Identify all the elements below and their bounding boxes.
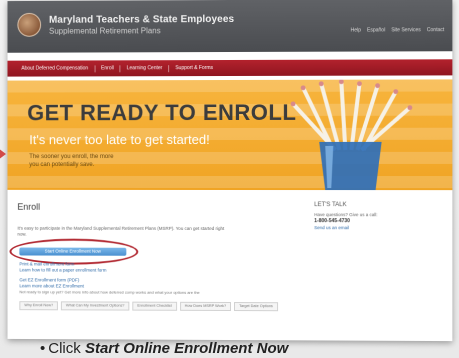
utility-links: Help Español Site Services Contact — [351, 27, 445, 33]
page-title: Enroll — [17, 202, 40, 212]
enrollment-links: Print & mail enrollment form Learn how t… — [19, 261, 106, 289]
email-link[interactable]: Send us an email — [314, 225, 435, 231]
hero-subtitle: It's never too late to get started! — [29, 132, 209, 147]
hero-tagline-line1: The sooner you enroll, the more — [29, 154, 113, 160]
lets-talk-sidebar: LET'S TALK Have questions? Give us a cal… — [314, 202, 435, 231]
sidebar-heading: LET'S TALK — [314, 202, 435, 208]
site-header: Maryland Teachers & State Employees Supp… — [8, 0, 453, 53]
nav-item-support-forms[interactable]: Support & Forms — [169, 65, 219, 72]
brand-subtitle: Supplemental Retirement Plans — [49, 26, 161, 35]
not-ready-note: Not ready to sign up yet? Get more info … — [19, 289, 199, 295]
intro-text: It's easy to participate in the Maryland… — [17, 226, 306, 238]
caption-prefix: Click — [48, 340, 85, 357]
caption-emphasis: Start Online Enrollment Now — [85, 340, 288, 357]
tab-why-enroll[interactable]: Why Enroll Now? — [19, 301, 58, 310]
paper-form-help-link[interactable]: Learn how to fill out a paper enrollment… — [19, 267, 106, 273]
hero-tagline-line2: you can potentially save. — [29, 162, 94, 168]
utility-link-espanol[interactable]: Español — [367, 27, 385, 33]
utility-link-site-services[interactable]: Site Services — [391, 27, 420, 33]
tab-target-date[interactable]: Target Date Options — [234, 302, 278, 311]
brand-name[interactable]: Maryland Teachers & State Employees — [49, 14, 234, 26]
website-screenshot: Maryland Teachers & State Employees Supp… — [8, 0, 453, 341]
pointer-arrow-icon — [0, 148, 6, 160]
pencil-cup-image — [263, 79, 424, 190]
hero-banner: GET READY TO ENROLL It's never too late … — [8, 79, 453, 190]
state-seal-logo[interactable] — [17, 13, 41, 37]
instruction-caption: • Click Start Online Enrollment Now — [40, 340, 288, 357]
nav-item-learning-center[interactable]: Learning Center — [121, 65, 170, 72]
hero-title: GET READY TO ENROLL — [27, 100, 296, 126]
pencils — [291, 79, 413, 149]
intro-line: now. — [17, 232, 306, 239]
info-tabs: Why Enroll Now? What Can My Investment O… — [19, 301, 278, 311]
main-nav: About Deferred Compensation Enroll Learn… — [8, 59, 453, 76]
nav-item-enroll[interactable]: Enroll — [95, 65, 121, 72]
utility-link-contact[interactable]: Contact — [427, 27, 444, 33]
nav-item-about[interactable]: About Deferred Compensation — [15, 65, 95, 72]
tab-how-msrp-works[interactable]: How Does MSRP Work? — [180, 302, 231, 311]
enroll-section: Enroll It's easy to participate in the M… — [8, 192, 453, 341]
bullet-icon: • — [40, 340, 45, 357]
tab-enrollment-checklist[interactable]: Enrollment Checklist — [132, 302, 176, 311]
tab-investment-options[interactable]: What Can My Investment Options? — [61, 301, 129, 310]
page-background: Maryland Teachers & State Employees Supp… — [0, 0, 459, 358]
utility-link-help[interactable]: Help — [351, 27, 361, 33]
